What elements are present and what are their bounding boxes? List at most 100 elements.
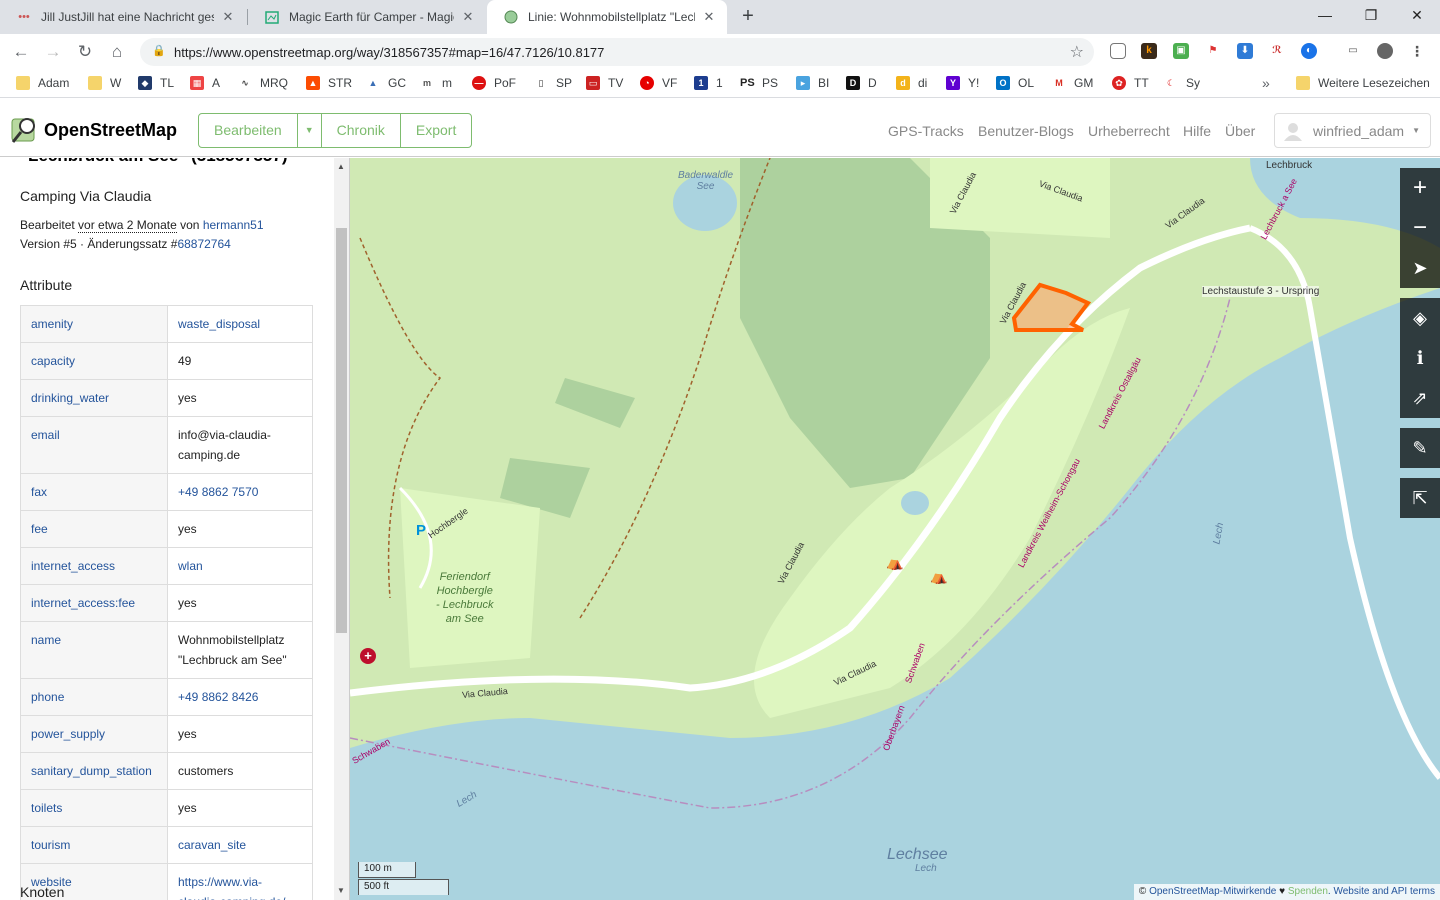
tab-close-icon[interactable]: ✕ [220, 9, 236, 25]
pdf-icon[interactable]: ℛ [1269, 43, 1285, 59]
url-text[interactable]: https://www.openstreetmap.org/way/318567… [174, 45, 604, 60]
tag-key[interactable]: name [20, 621, 168, 679]
nav-user-blogs[interactable]: Benutzer-Blogs [978, 123, 1074, 139]
reload-icon[interactable]: ↻ [72, 40, 98, 64]
tag-value[interactable]: +49 8862 8426 [167, 678, 313, 716]
download-icon[interactable]: ⬇ [1237, 43, 1253, 59]
bookmark-vf[interactable]: ◔ VF [640, 76, 677, 90]
locate-button[interactable]: ➤ [1400, 248, 1440, 288]
tag-key[interactable]: capacity [20, 342, 168, 380]
bookmark-a[interactable]: ▦ A [190, 76, 220, 90]
tag-key[interactable]: drinking_water [20, 379, 168, 417]
layers-button[interactable]: ◈ [1400, 298, 1440, 338]
tab-osm-active[interactable]: Linie: Wohnmobilstellplatz "Lechb… ✕ [487, 0, 727, 34]
map-canvas[interactable] [350, 158, 1440, 900]
map-view[interactable]: Baderwaldle See Lechbruck Lechbruck a See… [350, 158, 1440, 900]
tag-value[interactable]: caravan_site [167, 826, 313, 864]
tag-key[interactable]: fax [20, 473, 168, 511]
edited-user-link[interactable]: hermann51 [203, 218, 264, 232]
share-button[interactable]: ⇗ [1400, 378, 1440, 418]
extension-grid-icon[interactable]: ▣ [1173, 43, 1189, 59]
bookmark-mrq[interactable]: ∿ MRQ [238, 76, 288, 90]
tag-value[interactable]: wlan [167, 547, 313, 585]
bookmark-gc[interactable]: ▲ GC [366, 76, 406, 90]
address-bar[interactable]: 🔒 https://www.openstreetmap.org/way/3185… [140, 38, 1094, 66]
k-extension-icon[interactable]: k [1141, 43, 1157, 59]
forward-icon[interactable]: → [40, 40, 66, 64]
globe-extension-icon[interactable]: ◐ [1301, 43, 1317, 59]
edit-dropdown-icon[interactable]: ▼ [298, 114, 322, 147]
bookmark-1[interactable]: 11 [694, 76, 723, 90]
tab-jill[interactable]: ••• Jill JustJill hat eine Nachricht ges… [0, 0, 246, 34]
pocket-icon[interactable] [1110, 43, 1126, 59]
close-window-icon[interactable]: ✕ [1402, 4, 1432, 28]
new-tab-button[interactable]: + [736, 4, 760, 30]
bookmark-gm[interactable]: M GM [1052, 76, 1093, 90]
tab-magic-earth[interactable]: Magic Earth für Camper - Magic … ✕ [248, 0, 486, 34]
tag-key[interactable]: internet_access [20, 547, 168, 585]
zoom-out-button[interactable]: − [1400, 208, 1440, 248]
tag-key[interactable]: amenity [20, 305, 168, 343]
edit-button[interactable]: Bearbeiten [199, 114, 298, 147]
bookmark-tv[interactable]: ▭ TV [586, 76, 623, 90]
tag-value[interactable]: +49 8862 7570 [167, 473, 313, 511]
tag-key[interactable]: fee [20, 510, 168, 548]
bookmark-sy[interactable]: ☾ Sy [1164, 76, 1200, 90]
zoom-in-button[interactable]: + [1400, 168, 1440, 208]
back-icon[interactable]: ← [8, 40, 34, 64]
bookmark-sp[interactable]: ▯ SP [534, 76, 572, 90]
tag-key[interactable]: sanitary_dump_station [20, 752, 168, 790]
nav-help[interactable]: Hilfe [1183, 123, 1211, 139]
bookmark-yahoo[interactable]: Y Y! [946, 76, 979, 90]
bookmark-d[interactable]: DD [846, 76, 877, 90]
tab-close-icon[interactable]: ✕ [701, 9, 717, 25]
bookmark-bi[interactable]: ▸ BI [796, 76, 829, 90]
bookmark-tt[interactable]: ✿ TT [1112, 76, 1149, 90]
attribution-terms-link[interactable]: . Website and API terms [1328, 886, 1435, 897]
map-key-button[interactable]: ℹ [1400, 338, 1440, 378]
sidebar-scrollbar[interactable]: ▲ ▼ [334, 158, 349, 900]
tab-close-icon[interactable]: ✕ [460, 9, 476, 25]
bookmark-ol[interactable]: O OL [996, 76, 1034, 90]
nav-copyright[interactable]: Urheberrecht [1088, 123, 1170, 139]
other-bookmarks[interactable]: Weitere Lesezeichen [1296, 76, 1430, 90]
bookmark-str[interactable]: ▲ STR [306, 76, 352, 90]
scrollbar-thumb[interactable] [336, 228, 347, 633]
bookmark-ps[interactable]: PS PS [740, 76, 778, 90]
profile-icon[interactable] [1377, 43, 1393, 59]
attribution-osm-link[interactable]: OpenStreetMap-Mitwirkende [1149, 886, 1276, 897]
changeset-link[interactable]: 68872764 [177, 237, 230, 251]
osm-logo[interactable]: OpenStreetMap [10, 115, 177, 145]
tag-value[interactable]: https://www.via-claudia-camping.de/ [167, 863, 313, 900]
query-features-button[interactable]: ⇱ [1400, 478, 1440, 518]
user-menu[interactable]: winfried_adam ▼ [1274, 113, 1431, 148]
bookmark-di[interactable]: d di [896, 76, 927, 90]
maximize-icon[interactable]: ❐ [1356, 4, 1386, 28]
attribution-donate-link[interactable]: Spenden [1288, 886, 1328, 897]
tag-value[interactable]: waste_disposal [167, 305, 313, 343]
tag-key[interactable]: tourism [20, 826, 168, 864]
export-button[interactable]: Export [401, 114, 471, 147]
extension-flag-icon[interactable]: ⚑ [1205, 43, 1221, 59]
bookmark-w[interactable]: W [88, 76, 121, 90]
minimize-icon[interactable]: — [1310, 4, 1340, 28]
bookmarks-overflow-icon[interactable]: » [1262, 75, 1270, 91]
bookmark-adam[interactable]: Adam [16, 76, 69, 90]
tag-key[interactable]: internet_access:fee [20, 584, 168, 622]
home-icon[interactable]: ⌂ [104, 40, 130, 64]
tag-key[interactable]: phone [20, 678, 168, 716]
tag-key[interactable]: email [20, 416, 168, 474]
bookmark-tl[interactable]: ◆ TL [138, 76, 174, 90]
scroll-down-icon[interactable]: ▼ [337, 886, 345, 895]
cast-icon[interactable]: ▭ [1345, 43, 1361, 59]
bookmark-m[interactable]: mm [420, 76, 452, 90]
bookmark-pof[interactable]: — PoF [472, 76, 516, 90]
nav-about[interactable]: Über [1225, 123, 1255, 139]
tag-key[interactable]: power_supply [20, 715, 168, 753]
menu-icon[interactable]: ⋮ [1409, 43, 1425, 59]
scroll-up-icon[interactable]: ▲ [337, 162, 345, 171]
add-note-button[interactable]: ✎ [1400, 428, 1440, 468]
nav-gps-tracks[interactable]: GPS-Tracks [888, 123, 964, 139]
tag-key[interactable]: toilets [20, 789, 168, 827]
history-button[interactable]: Chronik [322, 114, 401, 147]
